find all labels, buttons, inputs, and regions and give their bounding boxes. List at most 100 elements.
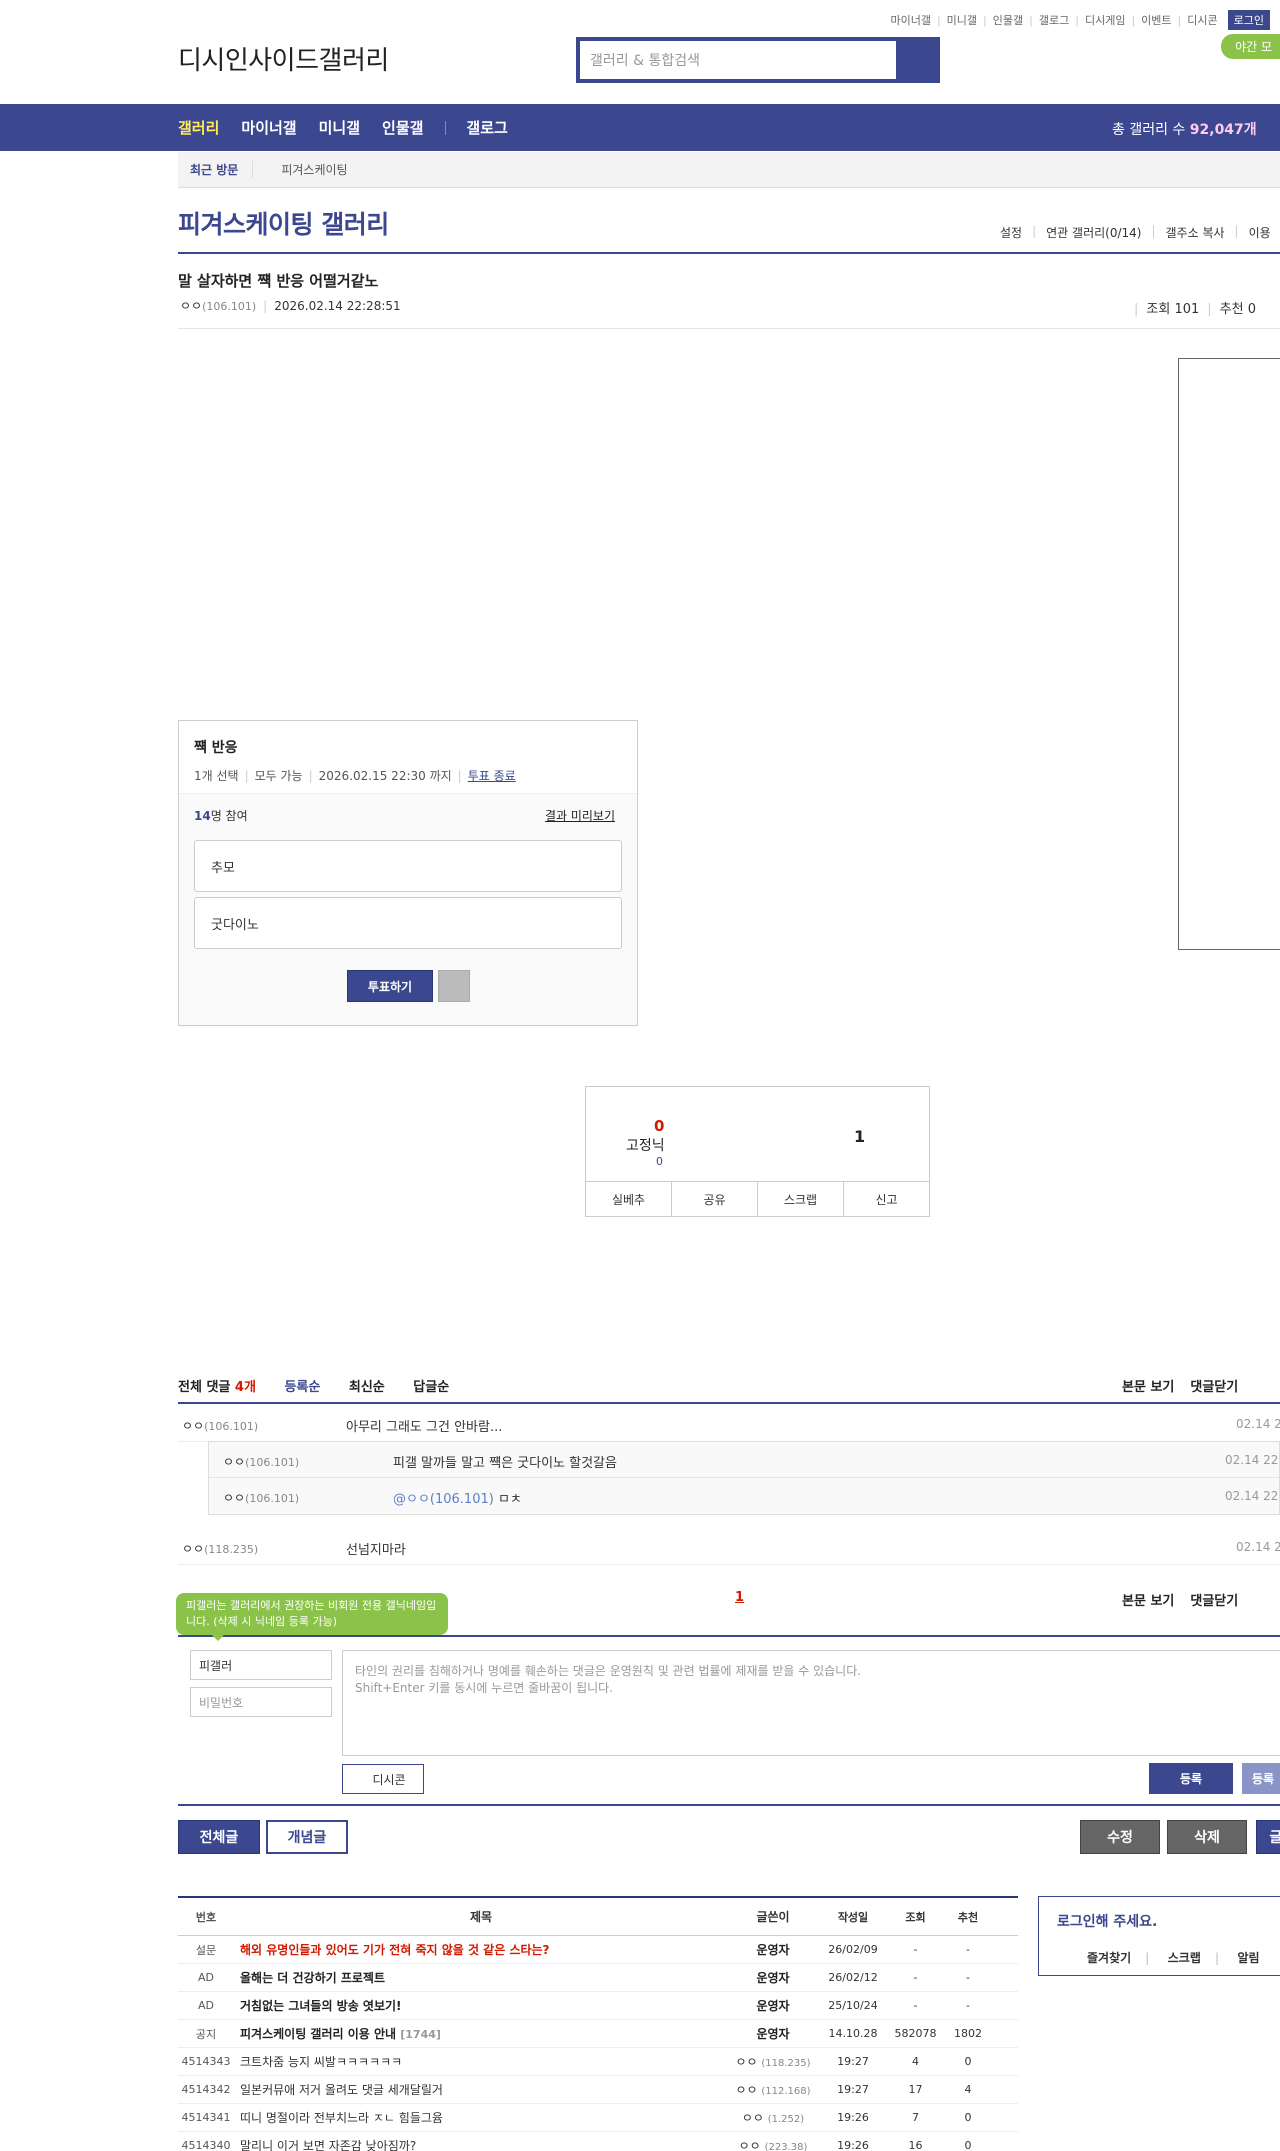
gallery-options: 설정 | 연관 갤러리(0/14) | 갤주소 복사 | 이용 — [1000, 224, 1271, 241]
comment-register-button[interactable]: 등록 — [1149, 1763, 1233, 1794]
post-row-title[interactable]: 일본커뮤애 저거 올려도 댓글 세개달릴거 — [234, 2081, 728, 2098]
recommend-up-count[interactable]: 0 — [654, 1117, 664, 1135]
util-link[interactable]: 갤로그 — [1039, 12, 1069, 28]
comment-register-alt-button[interactable]: 등록 — [1242, 1763, 1280, 1794]
post-row-title[interactable]: 해외 유명인들과 있어도 기가 전혀 죽지 않을 것 같은 스타는? — [234, 1941, 728, 1958]
view-post-link[interactable]: 본문 보기 — [1122, 1380, 1174, 1395]
post-row[interactable]: 4514341 띠니 명절이라 전부치느라 ㅈㄴ 힘들그윰 ㅇㅇ (1.252) 19… — [178, 2104, 1018, 2132]
all-posts-button[interactable]: 전체글 — [178, 1820, 260, 1854]
reply-author[interactable]: ㅇㅇ(106.101) — [223, 1489, 299, 1506]
reply-mention[interactable]: @ㅇㅇ(106.101) — [393, 1492, 494, 1507]
post-row[interactable]: AD 거침없는 그녀들의 방송 엿보기! 운영자 25/10/24 - - — [178, 1992, 1018, 2020]
vote-button[interactable]: 투표하기 — [347, 970, 433, 1002]
nav-gallery[interactable]: 갤러리 — [178, 117, 219, 138]
related-gallery-link[interactable]: 연관 갤러리(0/14) — [1046, 224, 1141, 241]
poll-option[interactable]: 굿다이노 — [194, 897, 622, 949]
share-button[interactable]: 공유 — [672, 1182, 758, 1217]
nav-minor[interactable]: 마이너갤 — [241, 117, 296, 138]
dccon-button[interactable]: 디시콘 — [342, 1764, 424, 1794]
post-date: 14.10.28 — [828, 2027, 878, 2040]
sort-replies[interactable]: 답글순 — [413, 1380, 449, 1395]
nickname-tooltip: 피갤러는 갤러리에서 권장하는 비회원 전용 갤닉네임입니다. (삭제 시 닉네… — [176, 1593, 448, 1641]
side-banner-image[interactable] — [1178, 358, 1280, 950]
edit-button[interactable]: 수정 — [1080, 1820, 1160, 1854]
post-writer[interactable]: ㅇㅇ (1.252) — [728, 2109, 818, 2126]
poll-option[interactable]: 추모 — [194, 840, 622, 892]
copy-address-link[interactable]: 갤주소 복사 — [1166, 224, 1225, 241]
post-row[interactable]: AD 올해는 더 건강하기 프로젝트 운영자 26/02/12 - - — [178, 1964, 1018, 1992]
close-comments-link[interactable]: 댓글닫기 — [1190, 1380, 1238, 1395]
sort-latest[interactable]: 최신순 — [349, 1380, 385, 1395]
post-date: 19:26 — [837, 2111, 869, 2124]
post-writer[interactable]: ㅇㅇ (112.168) — [728, 2081, 818, 2098]
post-writer[interactable]: 운영자 — [728, 1997, 818, 2014]
night-mode-toggle[interactable]: 야간 모 — [1221, 34, 1280, 59]
util-link[interactable]: 이벤트 — [1141, 12, 1171, 28]
util-link[interactable]: 디시게임 — [1085, 12, 1125, 28]
util-link[interactable]: 디시콘 — [1187, 12, 1217, 28]
post-row[interactable]: 설문 해외 유명인들과 있어도 기가 전혀 죽지 않을 것 같은 스타는? 운영자 2… — [178, 1936, 1018, 1964]
delete-button[interactable]: 삭제 — [1167, 1820, 1247, 1854]
poll-box: 쨱 반응 1개 선택 | 모두 가능 | 2026.02.15 22:30 까지 | 투표 … — [178, 720, 638, 1026]
usage-link[interactable]: 이용 — [1249, 224, 1271, 241]
post-row[interactable]: 4514340 말리니 이거 보면 자존감 낮아짐까? ㅇㅇ (223.38) 19:… — [178, 2132, 1018, 2151]
util-link[interactable]: 인물갤 — [993, 12, 1023, 28]
concept-posts-button[interactable]: 개념글 — [266, 1820, 348, 1854]
post-row-title[interactable]: 크트차줌 능지 씨발ㅋㅋㅋㅋㅋㅋ — [234, 2053, 728, 2070]
post-row[interactable]: 4514342 일본커뮤애 저거 올려도 댓글 세개달릴거 ㅇㅇ (112.168)… — [178, 2076, 1018, 2104]
post-row-title[interactable]: 띠니 명절이라 전부치느라 ㅈㄴ 힘들그윰 — [234, 2109, 728, 2126]
nav-person[interactable]: 인물갤 — [382, 117, 423, 138]
search-input[interactable]: 갤러리 & 통합검색 — [580, 41, 896, 79]
poll-result-preview-link[interactable]: 결과 미리보기 — [545, 807, 615, 824]
scrap-link[interactable]: 스크랩 — [1168, 1951, 1201, 1965]
post-writer[interactable]: 운영자 — [728, 1941, 818, 1958]
comment-page-current[interactable]: 1 — [735, 1590, 744, 1605]
favorites-link[interactable]: 즐겨찾기 — [1087, 1951, 1131, 1965]
comment-author[interactable]: ㅇㅇ(106.101) — [182, 1417, 258, 1434]
post-row[interactable]: 공지 피겨스케이팅 갤러리 이용 안내 [1744] 운영자 14.10.28 5820… — [178, 2020, 1018, 2048]
post-row-title[interactable]: 거침없는 그녀들의 방송 엿보기! — [234, 1997, 728, 2014]
sort-registered[interactable]: 등록순 — [284, 1380, 320, 1395]
util-link[interactable]: 미니갤 — [947, 12, 977, 28]
post-writer[interactable]: 운영자 — [728, 1969, 818, 1986]
post-author-ip: (106.101) — [202, 300, 257, 313]
login-button[interactable]: 로그인 — [1227, 10, 1270, 30]
recent-gallery-link[interactable]: 피겨스케이팅 — [281, 161, 347, 178]
poll-extra-button[interactable] — [438, 970, 470, 1002]
login-prompt[interactable]: 로그인해 주세요. — [1057, 1911, 1157, 1931]
post-writer[interactable]: 운영자 — [728, 2025, 818, 2042]
nickname-input[interactable]: 피갤러 — [190, 1650, 332, 1680]
post-recommend: 0 — [964, 2111, 972, 2124]
write-button[interactable]: 글 — [1256, 1820, 1280, 1854]
notification-link[interactable]: 알림 — [1237, 1951, 1259, 1965]
view-post-link[interactable]: 본문 보기 — [1122, 1594, 1174, 1609]
divider — [178, 1804, 1280, 1806]
hit-recommend-button[interactable]: 실베추 — [586, 1182, 672, 1217]
post-row[interactable]: 4514343 크트차줌 능지 씨발ㅋㅋㅋㅋㅋㅋ ㅇㅇ (118.235) 19:27… — [178, 2048, 1018, 2076]
util-link[interactable]: 마이너갤 — [890, 12, 930, 28]
close-comments-link[interactable]: 댓글닫기 — [1190, 1594, 1238, 1609]
report-button[interactable]: 신고 — [844, 1182, 929, 1217]
post-writer[interactable]: ㅇㅇ (223.38) — [728, 2137, 818, 2151]
divider — [178, 252, 1280, 254]
password-input[interactable]: 비밀번호 — [190, 1687, 332, 1717]
nav-mini[interactable]: 미니갤 — [319, 117, 360, 138]
comment-count: 4개 — [234, 1380, 256, 1395]
comment-textarea[interactable]: 타인의 권리를 침해하거나 명예를 훼손하는 댓글은 운영원칙 및 관련 법률에… — [342, 1650, 1280, 1756]
comment-author[interactable]: ㅇㅇ(118.235) — [182, 1540, 258, 1557]
nav-gallog[interactable]: 갤로그 — [466, 117, 507, 138]
scrap-button[interactable]: 스크랩 — [758, 1182, 844, 1217]
post-row-title[interactable]: 올해는 더 건강하기 프로젝트 — [234, 1969, 728, 1986]
poll-end-link[interactable]: 투표 종료 — [468, 769, 516, 783]
post-writer[interactable]: ㅇㅇ (118.235) — [728, 2053, 818, 2070]
site-logo[interactable]: 디시인사이드갤러리 — [178, 40, 389, 77]
recommend-down-count[interactable]: 1 — [854, 1127, 865, 1146]
post-row-title[interactable]: 피겨스케이팅 갤러리 이용 안내 [1744] — [234, 2025, 728, 2042]
post-recommend: 4 — [964, 2083, 972, 2096]
reply-author[interactable]: ㅇㅇ(106.101) — [223, 1453, 299, 1470]
gallery-setting-link[interactable]: 설정 — [1000, 224, 1022, 241]
reply-count[interactable]: [1744] — [400, 2028, 441, 2041]
post-row-title[interactable]: 말리니 이거 보면 자존감 낮아짐까? — [234, 2137, 728, 2151]
gallery-title[interactable]: 피겨스케이팅 갤러리 — [178, 205, 389, 241]
post-author[interactable]: ㅇㅇ — [180, 299, 202, 313]
